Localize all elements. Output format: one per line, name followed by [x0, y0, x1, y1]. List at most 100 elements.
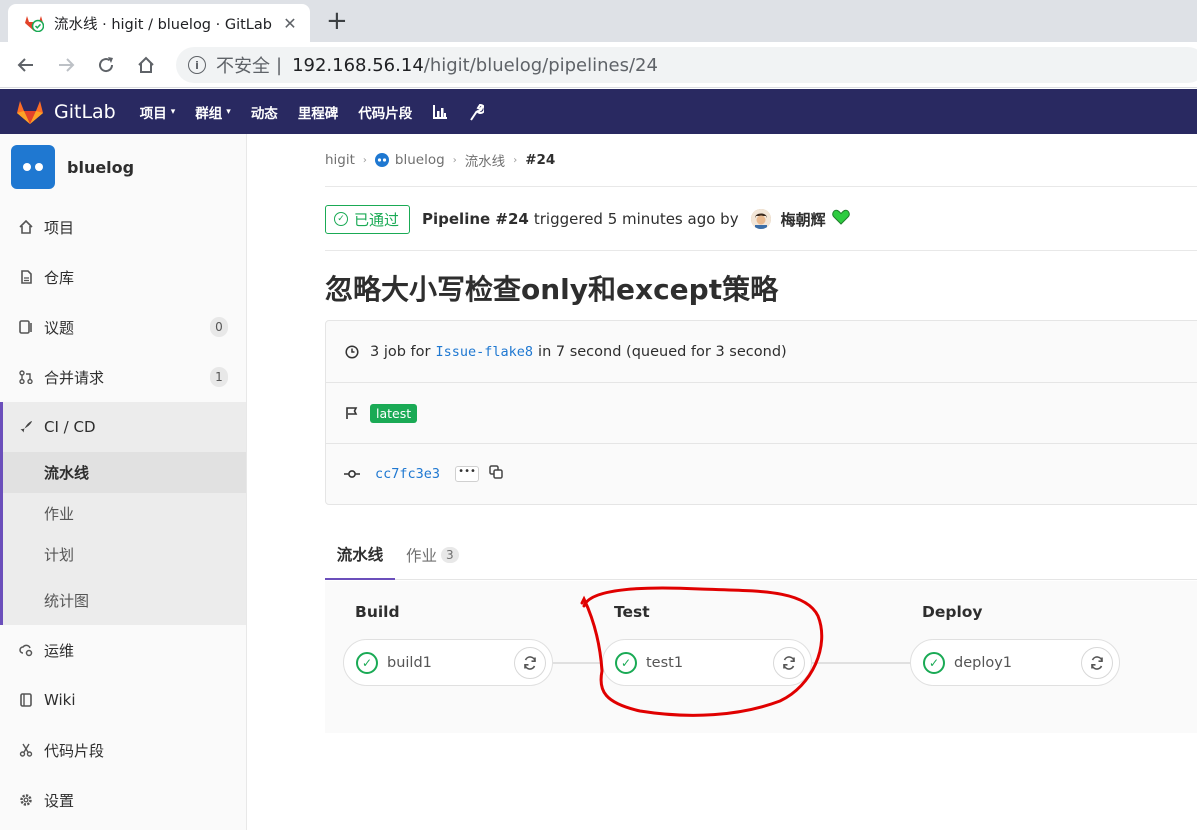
sidebar-project[interactable]: bluelog	[11, 145, 134, 189]
back-icon[interactable]	[14, 53, 38, 77]
nav-groups[interactable]: 群组 ▾	[195, 102, 231, 122]
nav-projects[interactable]: 项目 ▾	[140, 102, 176, 122]
pipeline-info-panel: 3 job for Issue-flake8 in 7 second (queu…	[325, 320, 1197, 505]
avatar[interactable]	[750, 209, 771, 229]
wrench-icon[interactable]	[468, 103, 485, 121]
retry-icon[interactable]	[773, 647, 805, 679]
new-tab-button[interactable]: +	[326, 8, 348, 34]
sidebar-item-issues[interactable]: 议题 0	[0, 302, 246, 352]
sidebar-item-snippets[interactable]: 代码片段	[0, 725, 246, 775]
copy-icon[interactable]	[489, 465, 503, 483]
sidebar-sub-label: 作业	[44, 505, 75, 523]
chevron-down-icon: ▾	[226, 106, 231, 117]
security-label: 不安全	[216, 56, 270, 77]
nav-label: 群组	[195, 105, 223, 122]
sidebar-sub-schedules[interactable]: 计划	[3, 534, 246, 575]
sidebar-sub-jobs[interactable]: 作业	[3, 493, 246, 534]
sidebar-sub-charts[interactable]: 统计图	[3, 575, 246, 625]
gitlab-favicon-icon	[24, 14, 45, 33]
branch-link[interactable]: Issue-flake8	[436, 344, 534, 360]
tab-label: 作业	[406, 547, 438, 565]
tab-pipeline[interactable]: 流水线	[325, 530, 395, 580]
tab-close-icon[interactable]: ✕	[280, 14, 300, 33]
info-row-tags: latest	[326, 382, 1197, 443]
commit-sha-link[interactable]: cc7fc3e3	[375, 466, 440, 482]
sidebar-item-operations[interactable]: 运维	[0, 625, 246, 675]
stage-title-test: Test	[614, 603, 650, 621]
scissors-icon	[18, 742, 34, 758]
sidebar-item-label: 仓库	[44, 268, 75, 287]
chevron-down-icon: ▾	[170, 106, 176, 117]
status-badge[interactable]: ✓ 已通过	[325, 204, 411, 234]
issues-icon	[18, 319, 34, 335]
gear-icon	[18, 792, 34, 808]
tab-jobs[interactable]: 作业 3	[406, 530, 459, 580]
info-icon[interactable]: i	[188, 56, 206, 74]
stage-connector	[811, 662, 911, 664]
home-icon	[18, 219, 34, 235]
brand-logo[interactable]: GitLab	[0, 99, 116, 125]
nav-label: 里程碑	[297, 105, 339, 122]
main-content: higit › bluelog › 流水线 › #24 ✓ 已通过 Pipeli…	[325, 134, 1197, 830]
merge-requests-count-badge: 1	[210, 367, 228, 387]
nav-activity[interactable]: 动态	[251, 102, 278, 122]
chart-icon[interactable]	[432, 104, 448, 120]
sidebar-item-merge-requests[interactable]: 合并请求 1	[0, 352, 246, 402]
nav-milestones[interactable]: 里程碑	[298, 102, 339, 122]
sidebar-item-cicd[interactable]: CI / CD	[0, 402, 246, 452]
sidebar-item-project[interactable]: 项目	[0, 202, 246, 252]
job-deploy1[interactable]: ✓ deploy1	[910, 639, 1120, 686]
sidebar-item-label: 议题	[44, 318, 75, 337]
brand-name: GitLab	[54, 100, 116, 123]
sidebar-item-settings[interactable]: 设置	[0, 775, 246, 825]
breadcrumb-project[interactable]: bluelog	[395, 152, 445, 168]
job-build1[interactable]: ✓ build1	[343, 639, 553, 686]
url-field[interactable]: i 不安全 | 192.168.56.14 /higit/bluelog/pip…	[176, 47, 1197, 83]
retry-icon[interactable]	[514, 647, 546, 679]
sidebar-item-label: 运维	[44, 641, 75, 660]
sidebar-sub-pipelines[interactable]: 流水线	[3, 452, 246, 493]
breadcrumb-group[interactable]: higit	[325, 152, 355, 168]
sidebar-item-repository[interactable]: 仓库	[0, 252, 246, 302]
job-name: deploy1	[954, 654, 1013, 671]
merge-icon	[18, 369, 34, 385]
expand-commit-button[interactable]: •••	[455, 466, 480, 482]
jobs-count-badge: 3	[441, 547, 459, 563]
nav-label: 代码片段	[358, 105, 413, 122]
sidebar-sub-label: 流水线	[44, 464, 90, 482]
breadcrumb-pipelines[interactable]: 流水线	[465, 150, 506, 170]
job-name: test1	[646, 654, 684, 671]
browser-tab-bar: 流水线 · higit / bluelog · GitLab ✕ +	[0, 0, 1197, 42]
job-success-icon: ✓	[923, 651, 945, 674]
pipeline-label: Pipeline #24	[422, 210, 529, 228]
reload-icon[interactable]	[94, 53, 118, 77]
url-host: 192.168.56.14	[292, 54, 424, 76]
nav-snippets[interactable]: 代码片段	[358, 102, 412, 122]
sidebar-item-wiki[interactable]: Wiki	[0, 675, 246, 725]
tab-label: 流水线	[336, 546, 384, 564]
breadcrumb-separator: ›	[362, 154, 367, 166]
pipeline-header: ✓ 已通过 Pipeline #24 triggered 5 minutes a…	[325, 188, 1197, 251]
job-test1[interactable]: ✓ test1	[602, 639, 812, 686]
retry-icon[interactable]	[1081, 647, 1113, 679]
triggered-text: triggered 5 minutes ago by	[533, 210, 739, 228]
forward-icon[interactable]	[54, 53, 78, 77]
url-separator: |	[276, 54, 283, 76]
jobs-summary-pre: 3 job for	[370, 343, 431, 360]
job-success-icon: ✓	[615, 651, 637, 674]
stage-title-deploy: Deploy	[922, 603, 983, 621]
jobs-summary-post: in 7 second (queued for 3 second)	[538, 343, 787, 360]
sidebar-item-label: Wiki	[44, 691, 76, 709]
tab-title: 流水线 · higit / bluelog · GitLab	[54, 16, 272, 33]
home-icon[interactable]	[134, 53, 158, 77]
address-bar: i 不安全 | 192.168.56.14 /higit/bluelog/pip…	[0, 42, 1197, 88]
flag-icon	[344, 405, 360, 421]
cloud-gear-icon	[18, 642, 34, 658]
url-path: /higit/bluelog/pipelines/24	[423, 54, 658, 76]
breadcrumb-current[interactable]: #24	[525, 152, 555, 168]
breadcrumb-separator: ›	[513, 154, 518, 166]
browser-tab[interactable]: 流水线 · higit / bluelog · GitLab ✕	[8, 4, 310, 42]
sidebar-item-label: 合并请求	[44, 368, 105, 387]
user-name[interactable]: 梅朝辉	[781, 209, 826, 230]
doc-icon	[18, 269, 34, 285]
